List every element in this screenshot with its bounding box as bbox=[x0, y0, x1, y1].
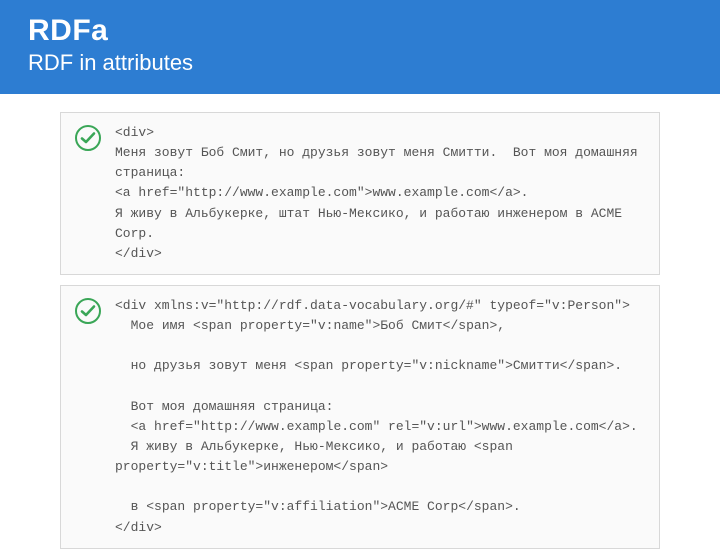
slide-title: RDFa bbox=[28, 14, 692, 48]
checkmark-icon bbox=[75, 125, 101, 151]
slide-header: RDFa RDF in attributes bbox=[0, 0, 720, 94]
code-snippet: <div xmlns:v="http://rdf.data-vocabulary… bbox=[115, 296, 645, 538]
code-example-card: <div> Меня зовут Боб Смит, но друзья зов… bbox=[60, 112, 660, 275]
checkmark-icon bbox=[75, 298, 101, 324]
code-snippet: <div> Меня зовут Боб Смит, но друзья зов… bbox=[115, 123, 645, 264]
slide-content: <div> Меня зовут Боб Смит, но друзья зов… bbox=[0, 94, 720, 549]
code-example-card: <div xmlns:v="http://rdf.data-vocabulary… bbox=[60, 285, 660, 549]
slide-subtitle: RDF in attributes bbox=[28, 50, 692, 76]
